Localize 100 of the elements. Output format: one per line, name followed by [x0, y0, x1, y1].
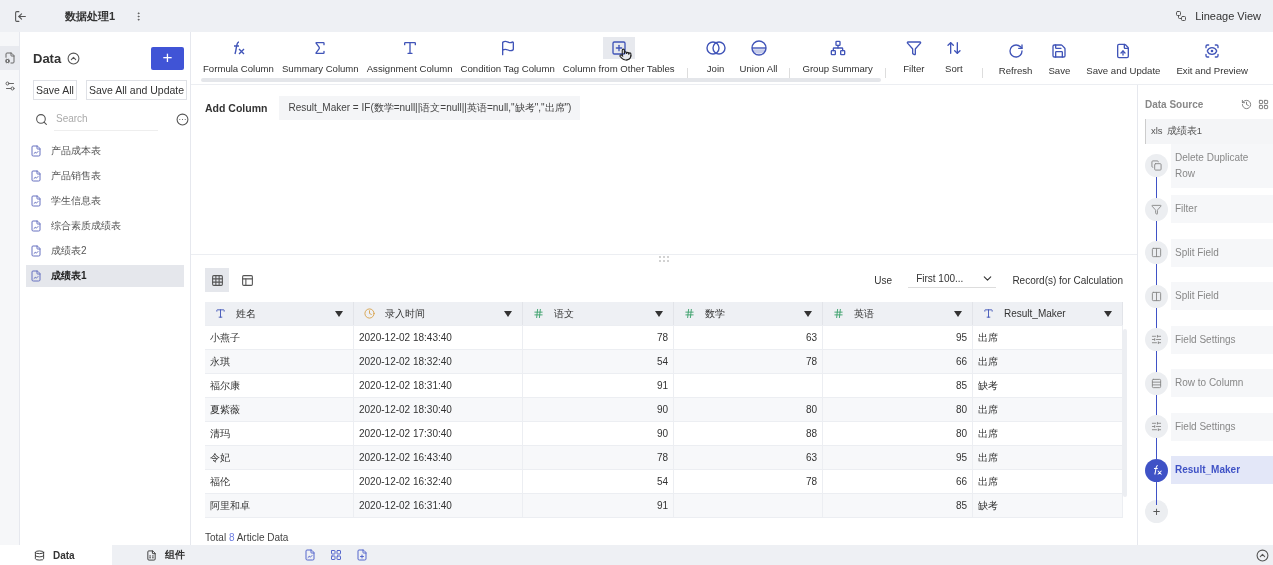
lineage-view-link[interactable]: Lineage View — [1195, 10, 1261, 22]
toolbar-button[interactable]: Group Summary — [798, 32, 877, 74]
toolbar-button[interactable]: Summary Column — [277, 32, 363, 74]
table-cell: 2020-12-02 18:43:40 — [354, 326, 523, 349]
add-table-icon[interactable] — [330, 549, 342, 561]
sliders-icon — [3, 80, 16, 92]
table-cell: 2020-12-02 17:30:40 — [354, 422, 523, 445]
toolbar-button[interactable]: Column from Other Tables — [558, 32, 679, 74]
dropdown-caret-icon[interactable] — [655, 310, 663, 317]
record-limit-select[interactable]: First 100... — [908, 272, 997, 288]
sort-icon — [945, 40, 962, 56]
toolbar-button[interactable]: Join — [695, 32, 736, 74]
table-cell: 66 — [823, 470, 973, 493]
panel-title: Data Source — [1145, 98, 1204, 110]
data-panel-tab[interactable] — [0, 46, 19, 70]
save-all-button[interactable]: Save All — [33, 80, 77, 100]
toolbar-button[interactable]: Sort — [933, 32, 974, 74]
step-icon — [1151, 334, 1162, 346]
table-cell: 88 — [674, 422, 823, 445]
grid-view-button[interactable] — [205, 268, 229, 292]
step-item[interactable]: Delete Duplicate Row — [1171, 143, 1273, 188]
add-button[interactable]: + — [151, 46, 184, 70]
table-cell: 66 — [823, 350, 973, 373]
toolbar-button[interactable]: Assignment Column — [362, 32, 457, 74]
table-cell: 95 — [823, 326, 973, 349]
add-chart-icon[interactable] — [304, 549, 316, 561]
column-header[interactable]: 语文 — [523, 302, 674, 325]
table-cell: 91 — [523, 374, 674, 397]
database-icon — [34, 549, 45, 561]
add-report-icon[interactable] — [356, 549, 368, 561]
refresh-action-button[interactable]: Refresh — [990, 32, 1041, 76]
chart-file-icon — [30, 245, 42, 257]
formula-expression: Result_Maker = IF(数学=null||语文=null||英语=null,"缺考","出席") — [279, 96, 581, 120]
table-list-item[interactable]: 综合素质成绩表 — [26, 215, 184, 237]
step-icon — [1151, 421, 1162, 433]
table-cell: 2020-12-02 16:32:40 — [354, 470, 523, 493]
eye-icon — [1204, 43, 1221, 59]
table-list-item[interactable]: 成绩表1 — [26, 265, 184, 287]
expand-icon[interactable] — [1256, 548, 1269, 562]
table-cell: 85 — [823, 374, 973, 397]
bottom-tab[interactable]: Data — [0, 545, 112, 565]
table-cell: 80 — [823, 398, 973, 421]
toolbar-button[interactable]: Filter — [893, 32, 934, 74]
table-cell: 福尔康 — [205, 374, 354, 397]
table-list-item[interactable]: 学生信息表 — [26, 190, 184, 212]
step-item[interactable]: Split Field — [1171, 238, 1273, 267]
save-all-update-button[interactable]: Save All and Update — [85, 80, 188, 100]
layout-icon[interactable] — [1258, 98, 1269, 110]
dropdown-caret-icon[interactable] — [335, 310, 343, 317]
table-cell: 80 — [823, 422, 973, 445]
history-icon[interactable] — [1241, 98, 1252, 110]
table-list-item[interactable]: 成绩表2 — [26, 240, 184, 262]
table-cell: 78 — [523, 326, 674, 349]
table-cell: 2020-12-02 18:30:40 — [354, 398, 523, 421]
options-icon[interactable] — [176, 112, 189, 126]
table-cell: 54 — [523, 350, 674, 373]
collapse-icon[interactable] — [67, 51, 81, 65]
table-cell: 福伦 — [205, 470, 354, 493]
dropdown-caret-icon[interactable] — [954, 310, 962, 317]
table-cell: 80 — [674, 398, 823, 421]
step-item[interactable]: Split Field — [1171, 282, 1273, 311]
drag-handle-icon[interactable] — [658, 255, 670, 262]
toolbar-button[interactable]: Condition Tag Column — [456, 32, 559, 74]
preview-action-button[interactable]: Exit and Preview — [1168, 32, 1256, 76]
funnel-icon — [905, 40, 922, 56]
column-header[interactable]: Result_Maker — [973, 302, 1123, 325]
column-header[interactable]: 录入时间 — [354, 302, 523, 325]
formula-label: Add Column — [205, 102, 268, 114]
table-cell: 63 — [674, 326, 823, 349]
toolbar-button[interactable]: Union All — [735, 32, 782, 74]
dropdown-caret-icon[interactable] — [504, 310, 512, 317]
step-item[interactable]: Field Settings — [1171, 325, 1273, 354]
chart-file-icon — [30, 170, 42, 182]
step-icon — [1151, 290, 1162, 302]
table-list-item[interactable]: 产品销售表 — [26, 165, 184, 187]
exit-icon[interactable] — [14, 9, 27, 23]
clock-icon — [364, 308, 375, 319]
toolbar-button[interactable]: Formula Column — [199, 32, 278, 74]
dropdown-caret-icon[interactable] — [1104, 310, 1112, 317]
hand-cursor-icon — [618, 48, 632, 63]
save-update-action-button[interactable]: Save and Update — [1078, 32, 1169, 76]
step-item[interactable]: Result_Maker — [1171, 456, 1273, 485]
save-icon — [1051, 43, 1068, 59]
step-item[interactable]: Row to Column — [1171, 369, 1273, 398]
hierarchy-icon — [829, 40, 846, 56]
chart-file-icon — [30, 145, 42, 157]
table-cell: 63 — [674, 446, 823, 469]
column-header[interactable]: 姓名 — [205, 302, 354, 325]
calculation-label: Record(s) for Calculation — [1012, 274, 1123, 286]
table-list-item[interactable]: 产品成本表 — [26, 140, 184, 162]
column-header[interactable]: 英语 — [823, 302, 973, 325]
column-header[interactable]: 数学 — [674, 302, 823, 325]
search-icon — [35, 112, 48, 126]
step-item[interactable]: Field Settings — [1171, 412, 1273, 441]
dropdown-caret-icon[interactable] — [804, 310, 812, 317]
save-action-button[interactable]: Save — [1040, 32, 1079, 76]
chart-file-icon — [30, 220, 42, 232]
layout-icon — [240, 273, 254, 287]
add-step-button[interactable]: + — [1145, 500, 1168, 523]
data-source-item[interactable]: xls 成绩表1 — [1145, 119, 1273, 144]
